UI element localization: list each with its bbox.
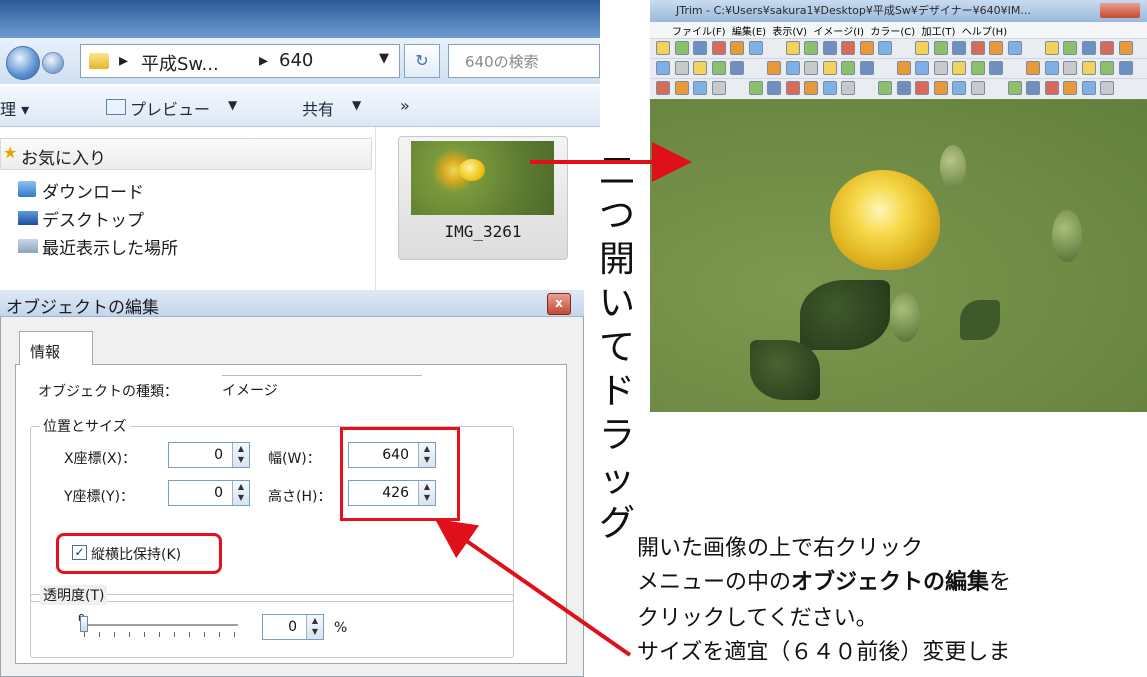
pointer-arrow <box>434 518 632 657</box>
annotation-arrows <box>434 142 692 657</box>
